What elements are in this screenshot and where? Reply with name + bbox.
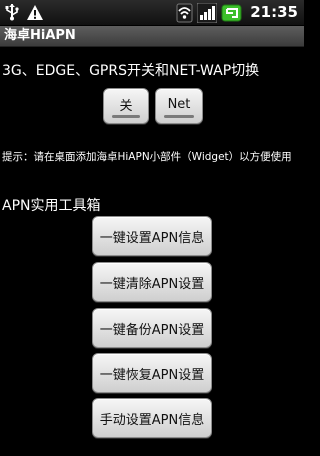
- button-label: 一键清除APN设置: [99, 276, 205, 292]
- button-label: 一键恢复APN设置: [99, 367, 205, 383]
- one-click-set-apn-button[interactable]: 一键设置APN信息: [92, 216, 212, 256]
- toggle-indicator: [164, 115, 194, 118]
- manual-set-apn-button[interactable]: 手动设置APN信息: [92, 398, 212, 438]
- net-wap-label: Net: [167, 96, 191, 112]
- one-click-backup-apn-button[interactable]: 一键备份APN设置: [92, 308, 212, 348]
- one-click-restore-apn-button[interactable]: 一键恢复APN设置: [92, 353, 212, 393]
- widget-tip-text: 提示：请在桌面添加海卓HiAPN小部件（Widget）以方便使用: [2, 151, 292, 163]
- toolbox-heading: APN实用工具箱: [2, 198, 101, 214]
- button-label: 一键备份APN设置: [99, 322, 205, 338]
- network-off-label: 关: [119, 98, 133, 114]
- network-switch-heading: 3G、EDGE、GPRS开关和NET-WAP切换: [2, 63, 260, 79]
- net-wap-toggle-button[interactable]: Net: [155, 88, 203, 124]
- wifi-icon: [176, 3, 193, 23]
- one-click-clear-apn-button[interactable]: 一键清除APN设置: [92, 262, 212, 302]
- button-label: 一键设置APN信息: [99, 230, 205, 246]
- usb-icon: [4, 3, 20, 21]
- toggle-indicator: [112, 115, 140, 118]
- network-off-toggle-button[interactable]: 关: [103, 88, 149, 124]
- signal-icon: [196, 2, 218, 23]
- status-bar: 21:35: [0, 0, 304, 26]
- app-title: 海卓HiAPN: [4, 28, 76, 43]
- battery-charging-icon: [221, 3, 243, 23]
- button-label: 手动设置APN信息: [99, 412, 205, 428]
- warning-icon: [26, 4, 44, 21]
- title-bar: 海卓HiAPN: [0, 26, 304, 47]
- clock: 21:35: [250, 3, 298, 21]
